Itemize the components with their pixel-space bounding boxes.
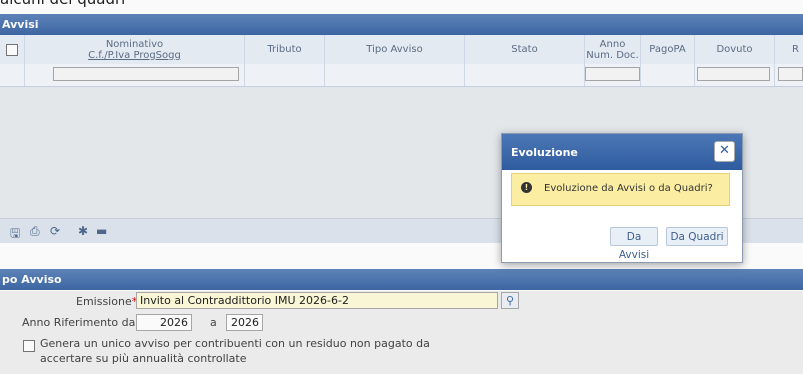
da-quadri-button[interactable]: Da Quadri	[666, 227, 728, 246]
dialog-title: Evoluzione	[511, 146, 578, 159]
dialog-titlebar: Evoluzione	[502, 134, 742, 170]
close-icon[interactable]: ✕	[714, 141, 735, 162]
dialog-message: Evoluzione da Avvisi o da Quadri?	[544, 183, 713, 194]
da-avvisi-button[interactable]: Da Avvisi	[610, 227, 658, 261]
dialog-message-box: ! Evoluzione da Avvisi o da Quadri?	[511, 173, 730, 206]
evoluzione-dialog: Evoluzione ✕ ! Evoluzione da Avvisi o da…	[501, 133, 743, 263]
info-icon: !	[521, 182, 532, 193]
